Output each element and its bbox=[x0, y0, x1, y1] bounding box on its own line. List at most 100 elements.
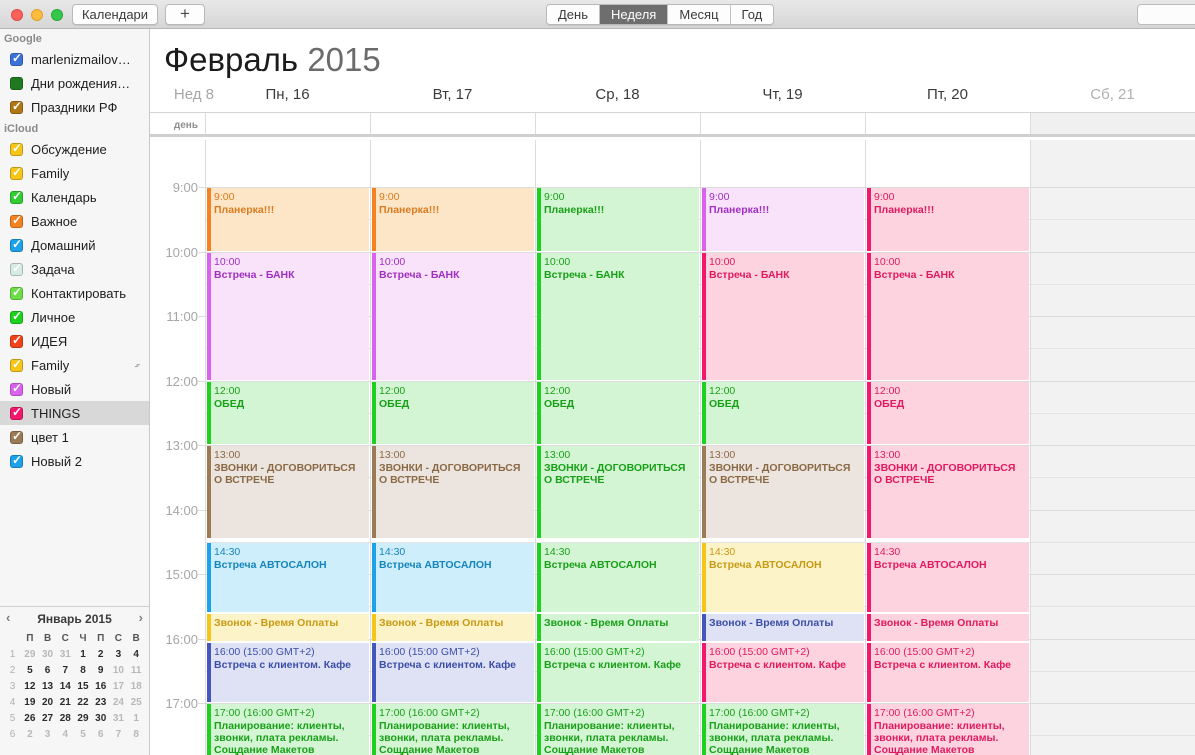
calendar-checkbox[interactable] bbox=[10, 309, 23, 324]
calendar-event[interactable]: Звонок - Время Оплаты bbox=[372, 613, 534, 641]
calendar-event[interactable]: Звонок - Время Оплаты bbox=[702, 613, 864, 641]
mini-calendar-day[interactable]: 19 bbox=[21, 695, 39, 711]
calendar-checkbox[interactable] bbox=[10, 453, 23, 468]
calendar-event[interactable]: 16:00 (15:00 GMT+2) Встреча с клиентом. К… bbox=[207, 642, 369, 702]
mini-calendar-day[interactable]: 30 bbox=[39, 647, 57, 663]
day-column[interactable] bbox=[1030, 140, 1195, 755]
mini-calendar-day[interactable]: 10 bbox=[110, 663, 128, 679]
calendar-event[interactable]: 17:00 (16:00 GMT+2) Планирование: клиенты… bbox=[702, 704, 864, 755]
mini-calendar-grid[interactable]: П В С Ч П С В 1 29 30 31 1 2 3 4 2 5 6 7 8 9 10 11 3 12 13 14 15 16 1… bbox=[0, 631, 149, 743]
calendar-item[interactable]: Личное bbox=[0, 305, 149, 329]
calendar-event[interactable]: 16:00 (15:00 GMT+2) Встреча с клиентом. К… bbox=[867, 642, 1029, 702]
calendar-event[interactable]: 12:00 ОБЕД bbox=[867, 381, 1029, 444]
calendar-item[interactable]: цвет 1 bbox=[0, 425, 149, 449]
calendar-event[interactable]: 14:30 Встреча АВТОСАЛОН bbox=[702, 542, 864, 612]
mini-calendar-day[interactable]: 11 bbox=[127, 663, 145, 679]
mini-calendar-day[interactable]: 18 bbox=[127, 679, 145, 695]
calendar-event[interactable]: 10:00 Встреча - БАНК bbox=[372, 252, 534, 380]
mini-calendar-day[interactable]: 6 bbox=[39, 663, 57, 679]
mini-calendar-day[interactable]: 16 bbox=[92, 679, 110, 695]
calendar-item[interactable]: ИДЕЯ bbox=[0, 329, 149, 353]
calendar-event[interactable]: 12:00 ОБЕД bbox=[702, 381, 864, 444]
all-day-cell[interactable] bbox=[700, 113, 865, 134]
calendar-checkbox[interactable] bbox=[10, 189, 23, 204]
calendar-item[interactable]: Календарь bbox=[0, 185, 149, 209]
calendar-item[interactable]: Новый bbox=[0, 377, 149, 401]
all-day-cell[interactable] bbox=[535, 113, 700, 134]
mini-calendar-day[interactable]: 5 bbox=[74, 727, 92, 743]
mini-calendar-day[interactable]: 1 bbox=[127, 711, 145, 727]
calendar-event[interactable]: 9:00 Планерка!!! bbox=[867, 188, 1029, 251]
all-day-cell[interactable] bbox=[370, 113, 535, 134]
calendar-checkbox[interactable] bbox=[10, 213, 23, 228]
all-day-row[interactable]: день bbox=[150, 112, 1195, 137]
calendar-item[interactable]: THINGS bbox=[0, 401, 149, 425]
calendar-event[interactable]: 13:00 ЗВОНКИ - ДОГОВОРИТЬСЯ О ВСТРЕЧЕ bbox=[702, 446, 864, 538]
mini-calendar-day[interactable]: 14 bbox=[56, 679, 74, 695]
mini-calendar-day[interactable]: 29 bbox=[21, 647, 39, 663]
mini-calendar-day[interactable]: 5 bbox=[21, 663, 39, 679]
calendar-item[interactable]: Новый 2 bbox=[0, 449, 149, 473]
calendar-event[interactable]: 16:00 (15:00 GMT+2) Встреча с клиентом. К… bbox=[372, 642, 534, 702]
calendar-checkbox[interactable] bbox=[10, 405, 23, 420]
mini-calendar-day[interactable]: 7 bbox=[56, 663, 74, 679]
mini-calendar-day[interactable]: 25 bbox=[127, 695, 145, 711]
mini-calendar-day[interactable]: 27 bbox=[39, 711, 57, 727]
mini-calendar-day[interactable]: 22 bbox=[74, 695, 92, 711]
calendar-event[interactable]: 13:00 ЗВОНКИ - ДОГОВОРИТЬСЯ О ВСТРЕЧЕ bbox=[867, 446, 1029, 538]
day-column[interactable]: 9:00 Планерка!!! 10:00 Встреча - БАНК 12:00 О… bbox=[865, 140, 1030, 755]
calendar-checkbox[interactable] bbox=[10, 261, 23, 276]
mini-calendar-day[interactable]: 15 bbox=[74, 679, 92, 695]
calendar-item[interactable]: Домашний bbox=[0, 233, 149, 257]
calendar-event[interactable]: 9:00 Планерка!!! bbox=[207, 188, 369, 251]
calendar-list[interactable]: Google marlenizmailov… Дни рождения… Праздн… bbox=[0, 29, 149, 606]
calendar-checkbox[interactable] bbox=[10, 357, 23, 372]
calendar-event[interactable]: 17:00 (16:00 GMT+2) Планирование: клиенты… bbox=[207, 704, 369, 755]
mini-calendar-day[interactable]: 12 bbox=[21, 679, 39, 695]
add-event-button[interactable]: + bbox=[165, 4, 205, 25]
calendar-event[interactable]: 14:30 Встреча АВТОСАЛОН bbox=[867, 542, 1029, 612]
mini-calendar-day[interactable]: 9 bbox=[92, 663, 110, 679]
calendar-item[interactable]: Праздники РФ bbox=[0, 95, 149, 119]
view-tab-неделя[interactable]: Неделя bbox=[600, 5, 669, 24]
calendar-item[interactable]: Задача bbox=[0, 257, 149, 281]
mini-calendar-day[interactable]: 26 bbox=[21, 711, 39, 727]
calendar-event[interactable]: 10:00 Встреча - БАНК bbox=[702, 252, 864, 380]
calendar-event[interactable]: 10:00 Встреча - БАНК bbox=[207, 252, 369, 380]
mini-calendar-day[interactable]: 4 bbox=[127, 647, 145, 663]
calendar-event[interactable]: 13:00 ЗВОНКИ - ДОГОВОРИТЬСЯ О ВСТРЕЧЕ bbox=[372, 446, 534, 538]
calendar-checkbox[interactable] bbox=[10, 285, 23, 300]
calendar-event[interactable]: 13:00 ЗВОНКИ - ДОГОВОРИТЬСЯ О ВСТРЕЧЕ bbox=[207, 446, 369, 538]
calendar-event[interactable]: 12:00 ОБЕД bbox=[537, 381, 699, 444]
day-header[interactable]: Ср, 18 bbox=[535, 86, 700, 112]
calendar-checkbox[interactable] bbox=[10, 429, 23, 444]
mini-calendar-day[interactable]: 7 bbox=[110, 727, 128, 743]
calendar-event[interactable]: 14:30 Встреча АВТОСАЛОН bbox=[372, 542, 534, 612]
mini-calendar-day[interactable]: 8 bbox=[74, 663, 92, 679]
calendar-event[interactable]: 16:00 (15:00 GMT+2) Встреча с клиентом. К… bbox=[537, 642, 699, 702]
view-tab-день[interactable]: День bbox=[547, 5, 600, 24]
mini-calendar-day[interactable]: 28 bbox=[56, 711, 74, 727]
calendar-event[interactable]: Звонок - Время Оплаты bbox=[537, 613, 699, 641]
calendars-button[interactable]: Календари bbox=[72, 4, 158, 25]
mini-calendar-day[interactable]: 4 bbox=[56, 727, 74, 743]
calendar-item[interactable]: Важное bbox=[0, 209, 149, 233]
mini-calendar-day[interactable]: 6 bbox=[92, 727, 110, 743]
mini-calendar-day[interactable]: 30 bbox=[92, 711, 110, 727]
calendar-event[interactable]: 12:00 ОБЕД bbox=[207, 381, 369, 444]
mini-calendar-day[interactable]: 2 bbox=[21, 727, 39, 743]
calendar-checkbox[interactable] bbox=[10, 381, 23, 396]
calendar-event[interactable]: 10:00 Встреча - БАНК bbox=[537, 252, 699, 380]
mini-calendar-day[interactable]: 24 bbox=[110, 695, 128, 711]
calendar-event[interactable]: 9:00 Планерка!!! bbox=[537, 188, 699, 251]
minimize-window-button[interactable] bbox=[31, 9, 43, 21]
calendar-event[interactable]: 17:00 (16:00 GMT+2) Планирование: клиенты… bbox=[867, 704, 1029, 755]
mini-calendar-day[interactable]: 8 bbox=[127, 727, 145, 743]
calendar-event[interactable]: 14:30 Встреча АВТОСАЛОН bbox=[537, 542, 699, 612]
chevron-right-icon[interactable]: › bbox=[139, 610, 143, 625]
calendar-item[interactable]: Дни рождения… bbox=[0, 71, 149, 95]
mini-calendar-day[interactable]: 29 bbox=[74, 711, 92, 727]
all-day-cell[interactable] bbox=[865, 113, 1030, 134]
chevron-left-icon[interactable]: ‹ bbox=[6, 610, 10, 625]
day-column[interactable]: 9:00 Планерка!!! 10:00 Встреча - БАНК 12:00 О… bbox=[700, 140, 865, 755]
